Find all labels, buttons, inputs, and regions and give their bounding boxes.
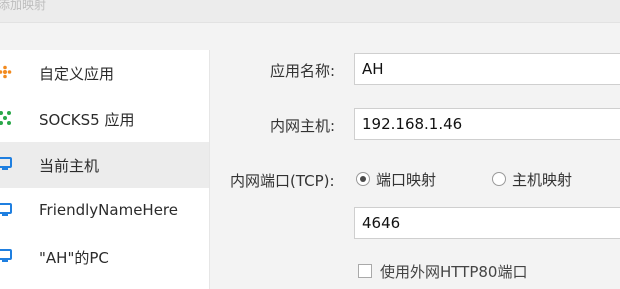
sidebar-item-label: 当前主机 bbox=[39, 157, 100, 175]
lan-port-label: 内网端口(TCP): bbox=[230, 172, 335, 190]
radio-button[interactable] bbox=[492, 172, 506, 186]
sidebar-item-label: 自定义应用 bbox=[39, 65, 115, 83]
sidebar-item-ah-pc[interactable]: "AH"的PC bbox=[0, 234, 209, 280]
sidebar-item-socks5-app[interactable]: SOCKS5 应用 bbox=[0, 96, 209, 142]
checkbox[interactable] bbox=[358, 264, 372, 278]
custom-app-icon bbox=[0, 64, 12, 80]
app-type-sidebar: 自定义应用 SOCKS5 应用 当前主机 FriendlyNameHere "A… bbox=[0, 50, 210, 289]
monitor-icon bbox=[0, 248, 12, 264]
lan-port-input[interactable] bbox=[354, 207, 620, 239]
checkbox-label: 使用外网HTTP80端口 bbox=[380, 263, 528, 281]
radio-label: 主机映射 bbox=[512, 171, 573, 189]
sidebar-item-label: "AH"的PC bbox=[39, 249, 109, 267]
sidebar-item-label: SOCKS5 应用 bbox=[39, 111, 135, 129]
app-name-input[interactable] bbox=[354, 53, 620, 85]
sidebar-item-friendly-name[interactable]: FriendlyNameHere bbox=[0, 188, 209, 234]
sidebar-item-label: FriendlyNameHere bbox=[39, 201, 178, 219]
socks5-app-icon bbox=[0, 110, 12, 126]
monitor-icon bbox=[0, 202, 12, 218]
sidebar-item-custom-app[interactable]: 自定义应用 bbox=[0, 50, 209, 96]
lan-host-input[interactable] bbox=[354, 108, 620, 140]
title-bar: 添加映射 bbox=[0, 0, 620, 23]
app-name-label: 应用名称: bbox=[270, 62, 336, 80]
radio-button-checked[interactable] bbox=[356, 172, 370, 186]
sidebar-item-current-host[interactable]: 当前主机 bbox=[0, 142, 209, 188]
window-title: 添加映射 bbox=[0, 0, 47, 12]
radio-label: 端口映射 bbox=[376, 171, 437, 189]
lan-host-label: 内网主机: bbox=[270, 117, 336, 135]
monitor-icon bbox=[0, 156, 12, 172]
